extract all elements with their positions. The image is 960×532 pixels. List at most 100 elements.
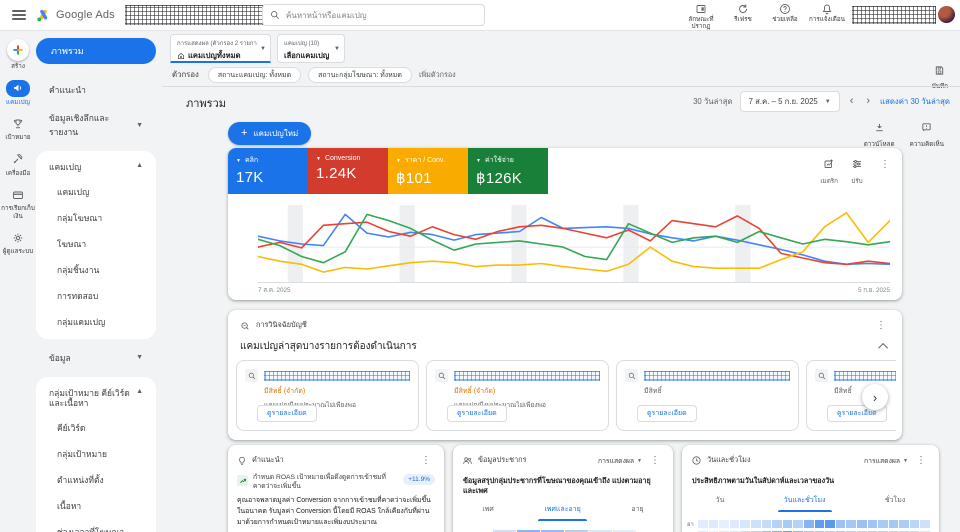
sidebar-item[interactable]: คำแนะนำ <box>36 76 156 104</box>
demographics-more-menu[interactable]: ⋮ <box>646 453 664 468</box>
rail-item-trophy[interactable]: เป้าหมาย <box>0 115 36 142</box>
scope-selector[interactable]: การแสดงผล (ตัวกรอง 2 รายการ) แคมเปญทั้งห… <box>170 34 271 63</box>
sidebar-subitem[interactable]: โฆษณา <box>36 231 156 257</box>
feedback-button[interactable]: ความคิดเห็น <box>910 120 944 149</box>
diagnostics-more-menu[interactable]: ⋮ <box>872 318 890 333</box>
metrics-label: เมตริก <box>820 176 838 186</box>
bell-button[interactable]: การแจ้งเตือน <box>806 2 848 30</box>
sidebar-subitem[interactable]: กลุ่มโฆษณา <box>36 205 156 231</box>
sidebar-subitem[interactable]: แคมเปญ <box>36 179 156 205</box>
metric-tile[interactable]: ▼ราคา / Conv.฿101 <box>388 148 468 194</box>
sidebar-subitem[interactable]: ตำแหน่งที่ตั้ง <box>36 467 156 493</box>
metric-tile[interactable]: ▼คลิก17K <box>228 148 308 194</box>
campaign-name-redacted <box>834 371 896 381</box>
view-details-button[interactable]: ดูรายละเอียด <box>447 405 507 422</box>
demographics-mode-dropdown[interactable]: การแสดงผล▼ <box>598 455 642 466</box>
day-hour-mode-dropdown[interactable]: การแสดงผล▼ <box>864 455 908 466</box>
topbar: Google Ads ลักษณะที่ปรากฏรีเฟรชช่วยเหลือ… <box>0 0 960 30</box>
collapse-icon[interactable] <box>878 343 888 353</box>
search-input[interactable] <box>286 11 477 20</box>
view-details-button[interactable]: ดูรายละเอียด <box>637 405 697 422</box>
adjust-button[interactable]: ปรับ <box>851 157 863 186</box>
new-campaign-button[interactable]: + แคมเปญใหม่ <box>228 122 311 145</box>
sidebar-subitem[interactable]: ช่วงเวลาที่โฆษณาทำงาน <box>36 519 156 532</box>
account-id-redacted <box>852 6 936 24</box>
sidebar-item-overview[interactable]: ภาพรวม <box>36 38 156 64</box>
demographics-title: ข้อมูลประชากร <box>478 455 527 466</box>
demographics-tab[interactable]: เพศและอายุ <box>536 499 588 521</box>
chart-more-menu[interactable]: ⋮ <box>876 157 894 172</box>
heatmap-cell <box>846 520 856 528</box>
chevron-down-icon: ▼ <box>396 158 401 164</box>
menu-icon[interactable] <box>12 10 26 20</box>
chevron-down-icon: ▼ <box>825 99 831 105</box>
sidebar-subitem[interactable]: คีย์เวิร์ด <box>36 415 156 441</box>
campaign-status: มีสิทธิ์ <box>644 386 790 397</box>
section-label: แคมเปญ <box>49 162 81 173</box>
rail-label: ผู้ดูแลระบบ <box>3 248 33 256</box>
show-last-30-days-link[interactable]: แสดงค่า 30 วันล่าสุด <box>880 96 950 108</box>
download-button[interactable]: ดาวน์โหลด <box>864 120 895 149</box>
filter-chip[interactable]: สถานะแคมเปญ: ทั้งหมด <box>208 67 301 83</box>
rail-item-billing[interactable]: การเรียกเก็บเงิน <box>0 186 36 220</box>
sidebar-sections: คำแนะนำข้อมูลเชิงลึกและรายงาน▼ แคมเปญ▲แคม… <box>36 76 156 532</box>
recommendations-card: คำแนะนำ ⋮ กำหนด ROAS เป้าหมายเพื่อดึงดูด… <box>228 445 444 532</box>
day-hour-more-menu[interactable]: ⋮ <box>912 453 930 468</box>
rail-item-create[interactable]: สร้าง <box>0 39 36 71</box>
billing-icon <box>6 186 30 203</box>
day-hour-tab[interactable]: ชั่วโมง <box>877 490 913 512</box>
rail-item-gear[interactable]: ผู้ดูแลระบบ <box>0 229 36 256</box>
filter-chip[interactable]: สถานะกลุ่มโฆษณา: ทั้งหมด <box>308 67 412 83</box>
appearance-button[interactable]: ลักษณะที่ปรากฏ <box>680 2 722 30</box>
google-ads-app: Google Ads ลักษณะที่ปรากฏรีเฟรชช่วยเหลือ… <box>0 0 960 532</box>
chevron-down-icon: ▼ <box>136 354 143 361</box>
campaign-name-redacted <box>644 371 790 381</box>
sidebar-subitem[interactable]: กลุ่มเป้าหมาย <box>36 441 156 467</box>
product-name: Google Ads <box>56 9 115 21</box>
date-prev-button[interactable]: ‹ <box>847 96 857 107</box>
heatmap-cell <box>698 520 708 528</box>
sidebar-section-collapsed[interactable]: ข้อมูลเชิงลึกและรายงาน▼ <box>36 104 156 146</box>
metric-tiles: ▼คลิก17K▼Conversion1.24K▼ราคา / Conv.฿10… <box>228 148 548 194</box>
search-box[interactable] <box>262 4 485 26</box>
section-header[interactable]: แคมเปญ▲ <box>36 156 156 179</box>
demographics-tab[interactable]: เพศ <box>474 499 501 521</box>
day-hour-tab[interactable]: วัน <box>708 490 733 512</box>
help-button[interactable]: ช่วยเหลือ <box>764 2 806 30</box>
diagnostics-icon <box>240 321 250 331</box>
add-filter-button[interactable]: เพิ่มตัวกรอง <box>419 70 456 81</box>
metrics-button[interactable]: เมตริก <box>820 157 838 186</box>
metric-tile[interactable]: ▼ค่าใช้จ่าย฿126K <box>468 148 548 194</box>
rail-item-tools[interactable]: เครื่องมือ <box>0 151 36 178</box>
sidebar: ภาพรวม คำแนะนำข้อมูลเชิงลึกและรายงาน▼ แคม… <box>36 30 162 532</box>
refresh-button[interactable]: รีเฟรช <box>722 2 764 30</box>
demographics-tab[interactable]: อายุ <box>623 499 651 521</box>
recommendation-title: กำหนด ROAS เป้าหมายเพื่อดึงดูดการเข้าชมท… <box>253 474 398 491</box>
sidebar-subitem[interactable]: กลุ่มแคมเปญ <box>36 309 156 335</box>
heatmap-cell <box>899 520 909 528</box>
sidebar-subitem[interactable]: กลุ่มชิ้นงาน <box>36 257 156 283</box>
action-label: ช่วยเหลือ <box>764 16 806 23</box>
day-hour-tab[interactable]: วันและชั่วโมง <box>776 490 834 512</box>
carousel-next-button[interactable]: › <box>862 384 888 410</box>
rail-item-megaphone[interactable]: แคมเปญ <box>0 80 36 107</box>
account-name-redacted <box>125 5 267 25</box>
date-next-button[interactable]: › <box>863 96 873 107</box>
recommendation-item[interactable]: กำหนด ROAS เป้าหมายเพื่อดึงดูดการเข้าชมท… <box>228 473 444 532</box>
day-hour-description: ประสิทธิภาพตามวันในสัปดาห์และเวลาของวัน <box>682 473 939 490</box>
metric-tile[interactable]: ▼Conversion1.24K <box>308 148 388 194</box>
recommendations-more-menu[interactable]: ⋮ <box>417 453 435 468</box>
date-range-dropdown[interactable]: 7 ส.ค. – 5 ก.ย. 2025 ▼ <box>740 91 840 112</box>
view-details-button[interactable]: ดูรายละเอียด <box>257 405 317 422</box>
section-header[interactable]: กลุ่มเป้าหมาย คีย์เวิร์ด และเนื้อหา▲ <box>36 382 156 415</box>
demographics-tabs: เพศ เพศและอายุ อายุ <box>453 499 673 521</box>
heatmap-cell <box>730 520 740 528</box>
plus-icon: + <box>241 128 247 139</box>
sidebar-section-collapsed[interactable]: ข้อมูล▼ <box>36 344 156 372</box>
range-label: 30 วันล่าสุด <box>693 96 733 108</box>
sidebar-subitem[interactable]: การทดสอบ <box>36 283 156 309</box>
campaign-picker[interactable]: แคมเปญ (10) เลือกแคมเปญ ▼ <box>277 34 345 63</box>
rail-label: แคมเปญ <box>6 99 30 107</box>
sidebar-subitem[interactable]: เนื้อหา <box>36 493 156 519</box>
avatar[interactable] <box>938 6 955 23</box>
